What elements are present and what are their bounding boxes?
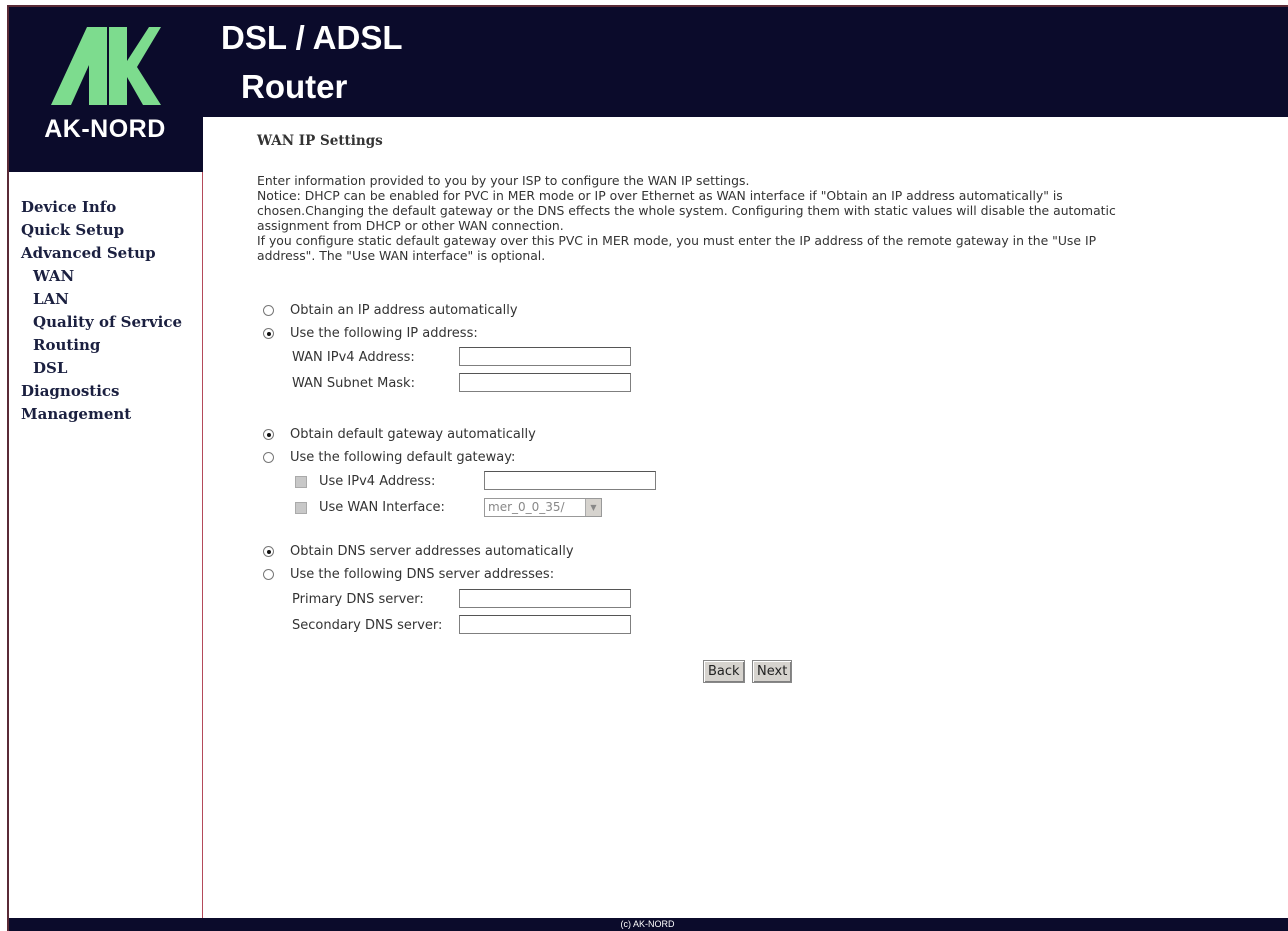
description-line: Enter information provided to you by you… [257,173,750,188]
dns-auto-option: Obtain DNS server addresses automaticall… [257,544,574,559]
ip-manual-option: Use the following IP address: [257,326,478,341]
sidebar-item-device-info[interactable]: Device Info [21,196,182,219]
logo-text: AK-NORD [44,115,166,143]
use-wan-checkbox[interactable] [295,501,307,514]
sidebar-item-dsl[interactable]: DSL [21,357,182,380]
description-line: assignment from DHCP or other WAN connec… [257,218,564,233]
use-wan-row: Use WAN Interface: [295,500,445,515]
logo-block: AK-NORD [7,7,203,172]
wan-interface-value: mer_0_0_35/ [488,500,565,514]
sidebar-item-routing[interactable]: Routing [21,334,182,357]
dns-manual-radio[interactable] [263,569,274,580]
wan-ipv4-input[interactable] [459,347,631,366]
sidebar: Device Info Quick Setup Advanced Setup W… [7,172,203,918]
chevron-down-icon[interactable]: ▼ [585,499,601,516]
description-line: address". The "Use WAN interface" is opt… [257,248,546,263]
gateway-auto-radio[interactable] [263,429,274,440]
sidebar-item-diagnostics[interactable]: Diagnostics [21,380,182,403]
description-line: Notice: DHCP can be enabled for PVC in M… [257,188,1063,203]
ak-nord-logo-icon [51,27,161,105]
use-ipv4-input[interactable] [484,471,656,490]
ip-auto-label: Obtain an IP address automatically [290,303,518,318]
gateway-auto-label: Obtain default gateway automatically [290,427,536,442]
sidebar-item-wan[interactable]: WAN [21,265,182,288]
gateway-manual-option: Use the following default gateway: [257,450,515,465]
use-ipv4-label: Use IPv4 Address: [319,474,436,489]
sidebar-item-management[interactable]: Management [21,403,182,426]
dns-manual-option: Use the following DNS server addresses: [257,567,554,582]
ip-manual-label: Use the following IP address: [290,326,478,341]
primary-dns-label: Primary DNS server: [292,592,424,607]
dns-manual-label: Use the following DNS server addresses: [290,567,555,582]
page-header-title: DSL / ADSL [221,19,403,56]
wan-interface-select[interactable]: mer_0_0_35/ ▼ [484,498,602,517]
sidebar-item-quick-setup[interactable]: Quick Setup [21,219,182,242]
wan-ipv4-label: WAN IPv4 Address: [292,350,415,365]
frame-border-top [7,5,1288,7]
router-page: AK-NORD DSL / ADSL Router Device Info Qu… [7,5,1288,931]
description-line: If you configure static default gateway … [257,233,1097,248]
secondary-dns-label: Secondary DNS server: [292,618,443,633]
dns-auto-radio[interactable] [263,546,274,557]
sidebar-item-qos[interactable]: Quality of Service [21,311,182,334]
sidebar-item-advanced-setup[interactable]: Advanced Setup [21,242,182,265]
frame-border-left [7,5,9,931]
sidebar-item-lan[interactable]: LAN [21,288,182,311]
use-ipv4-row: Use IPv4 Address: [295,474,435,489]
sidebar-nav: Device Info Quick Setup Advanced Setup W… [21,196,182,426]
gateway-auto-option: Obtain default gateway automatically [257,427,536,442]
gateway-manual-label: Use the following default gateway: [290,450,516,465]
description: Enter information provided to you by you… [257,173,1257,263]
ip-auto-radio[interactable] [263,305,274,316]
page-title: WAN IP Settings [257,133,383,149]
next-button[interactable]: Next [752,660,793,683]
ip-auto-option: Obtain an IP address automatically [257,303,518,318]
use-ipv4-checkbox[interactable] [295,475,307,488]
wan-subnet-label: WAN Subnet Mask: [292,376,415,391]
dns-auto-label: Obtain DNS server addresses automaticall… [290,544,574,559]
footer: (c) AK-NORD [7,918,1288,931]
use-wan-label: Use WAN Interface: [319,500,445,515]
page-header-subtitle: Router [241,68,348,105]
wan-subnet-input[interactable] [459,373,631,392]
copyright-text: (c) AK-NORD [620,919,675,929]
secondary-dns-input[interactable] [459,615,631,634]
gateway-manual-radio[interactable] [263,452,274,463]
back-button[interactable]: Back [703,660,745,683]
primary-dns-input[interactable] [459,589,631,608]
description-line: chosen.Changing the default gateway or t… [257,203,1116,218]
ip-manual-radio[interactable] [263,328,274,339]
